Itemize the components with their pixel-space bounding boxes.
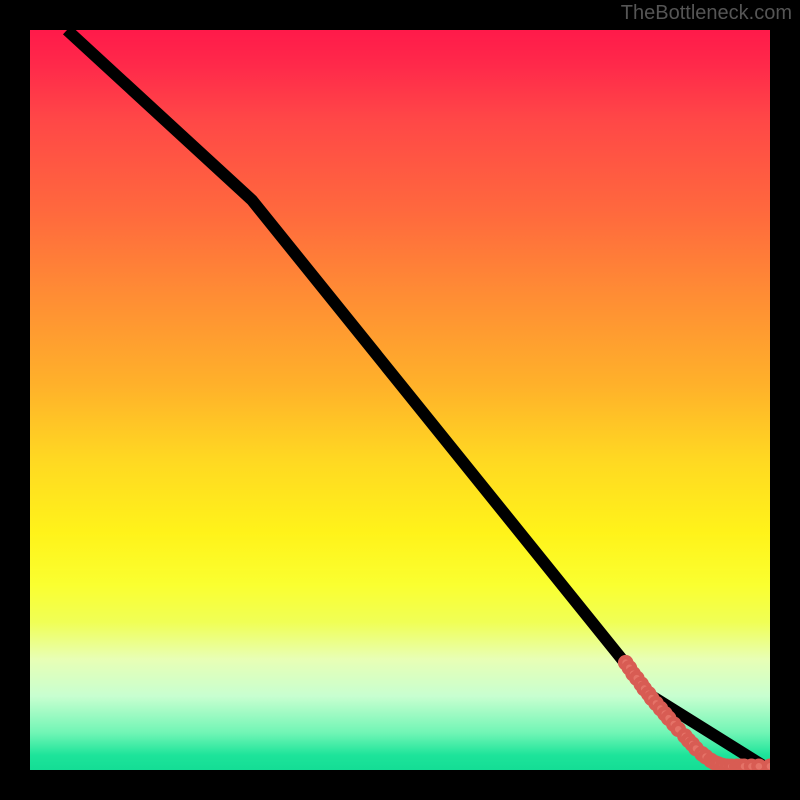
chart-curve <box>67 30 770 770</box>
watermark-text: TheBottleneck.com <box>621 2 792 25</box>
data-point <box>764 761 770 770</box>
plot-area <box>30 30 770 770</box>
chart-svg <box>30 30 770 770</box>
